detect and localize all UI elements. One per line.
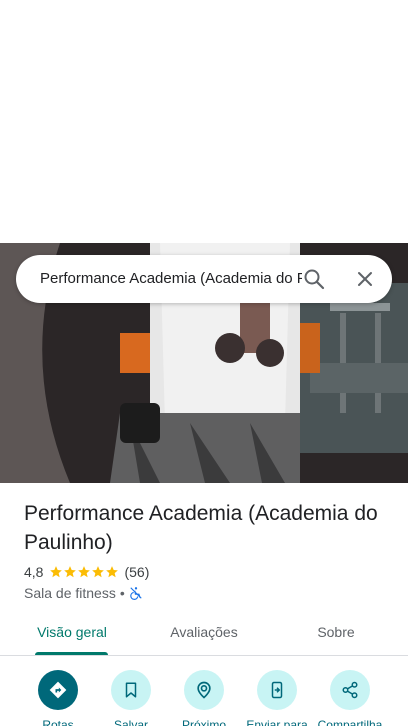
nearby-button[interactable]: Próximo <box>169 670 239 726</box>
star-icon <box>50 566 63 578</box>
star-icon <box>92 566 105 578</box>
nearby-icon <box>184 670 224 710</box>
rating-row[interactable]: 4,8 (56) <box>24 563 149 581</box>
tab-overview[interactable]: Visão geral <box>24 612 120 652</box>
tab-about[interactable]: Sobre <box>296 612 376 652</box>
no-wheelchair-access-icon[interactable] <box>129 586 143 600</box>
close-icon[interactable] <box>353 267 377 291</box>
search-input[interactable]: Performance Academia (Academia do Paulin… <box>40 255 302 303</box>
search-bar[interactable]: Performance Academia (Academia do Paulin… <box>16 255 392 303</box>
send-to-phone-icon <box>257 670 297 710</box>
directions-icon <box>38 670 78 710</box>
search-icon[interactable] <box>302 267 326 291</box>
rating-value: 4,8 <box>24 564 44 580</box>
send-to-phone-button[interactable]: Enviar para <box>242 670 312 726</box>
star-icon <box>64 566 77 578</box>
bookmark-icon <box>111 670 151 710</box>
category-row: Sala de fitness • <box>24 584 143 602</box>
share-label: Compartilha <box>317 718 383 726</box>
share-button[interactable]: Compartilha <box>315 670 385 726</box>
active-tab-indicator <box>35 652 108 655</box>
directions-button[interactable]: Rotas <box>23 670 93 726</box>
star-icon <box>78 566 91 578</box>
reviews-count: (56) <box>124 564 150 580</box>
send-to-phone-label: Enviar para <box>246 718 308 726</box>
place-page: Performance Academia (Academia do Paulin… <box>0 0 408 726</box>
share-icon <box>330 670 370 710</box>
directions-label: Rotas <box>42 718 74 726</box>
nearby-label: Próximo <box>181 718 226 726</box>
separator: • <box>119 585 125 601</box>
star-icon <box>106 566 119 578</box>
tab-reviews[interactable]: Avaliações <box>154 612 254 652</box>
place-category: Sala de fitness <box>24 585 116 601</box>
tab-bar: Visão geral Avaliações Sobre <box>0 612 408 656</box>
save-button[interactable]: Salvar <box>96 670 166 726</box>
place-title: Performance Academia (Academia do Paulin… <box>24 502 378 554</box>
save-label: Salvar <box>113 718 148 726</box>
star-rating <box>49 565 119 579</box>
